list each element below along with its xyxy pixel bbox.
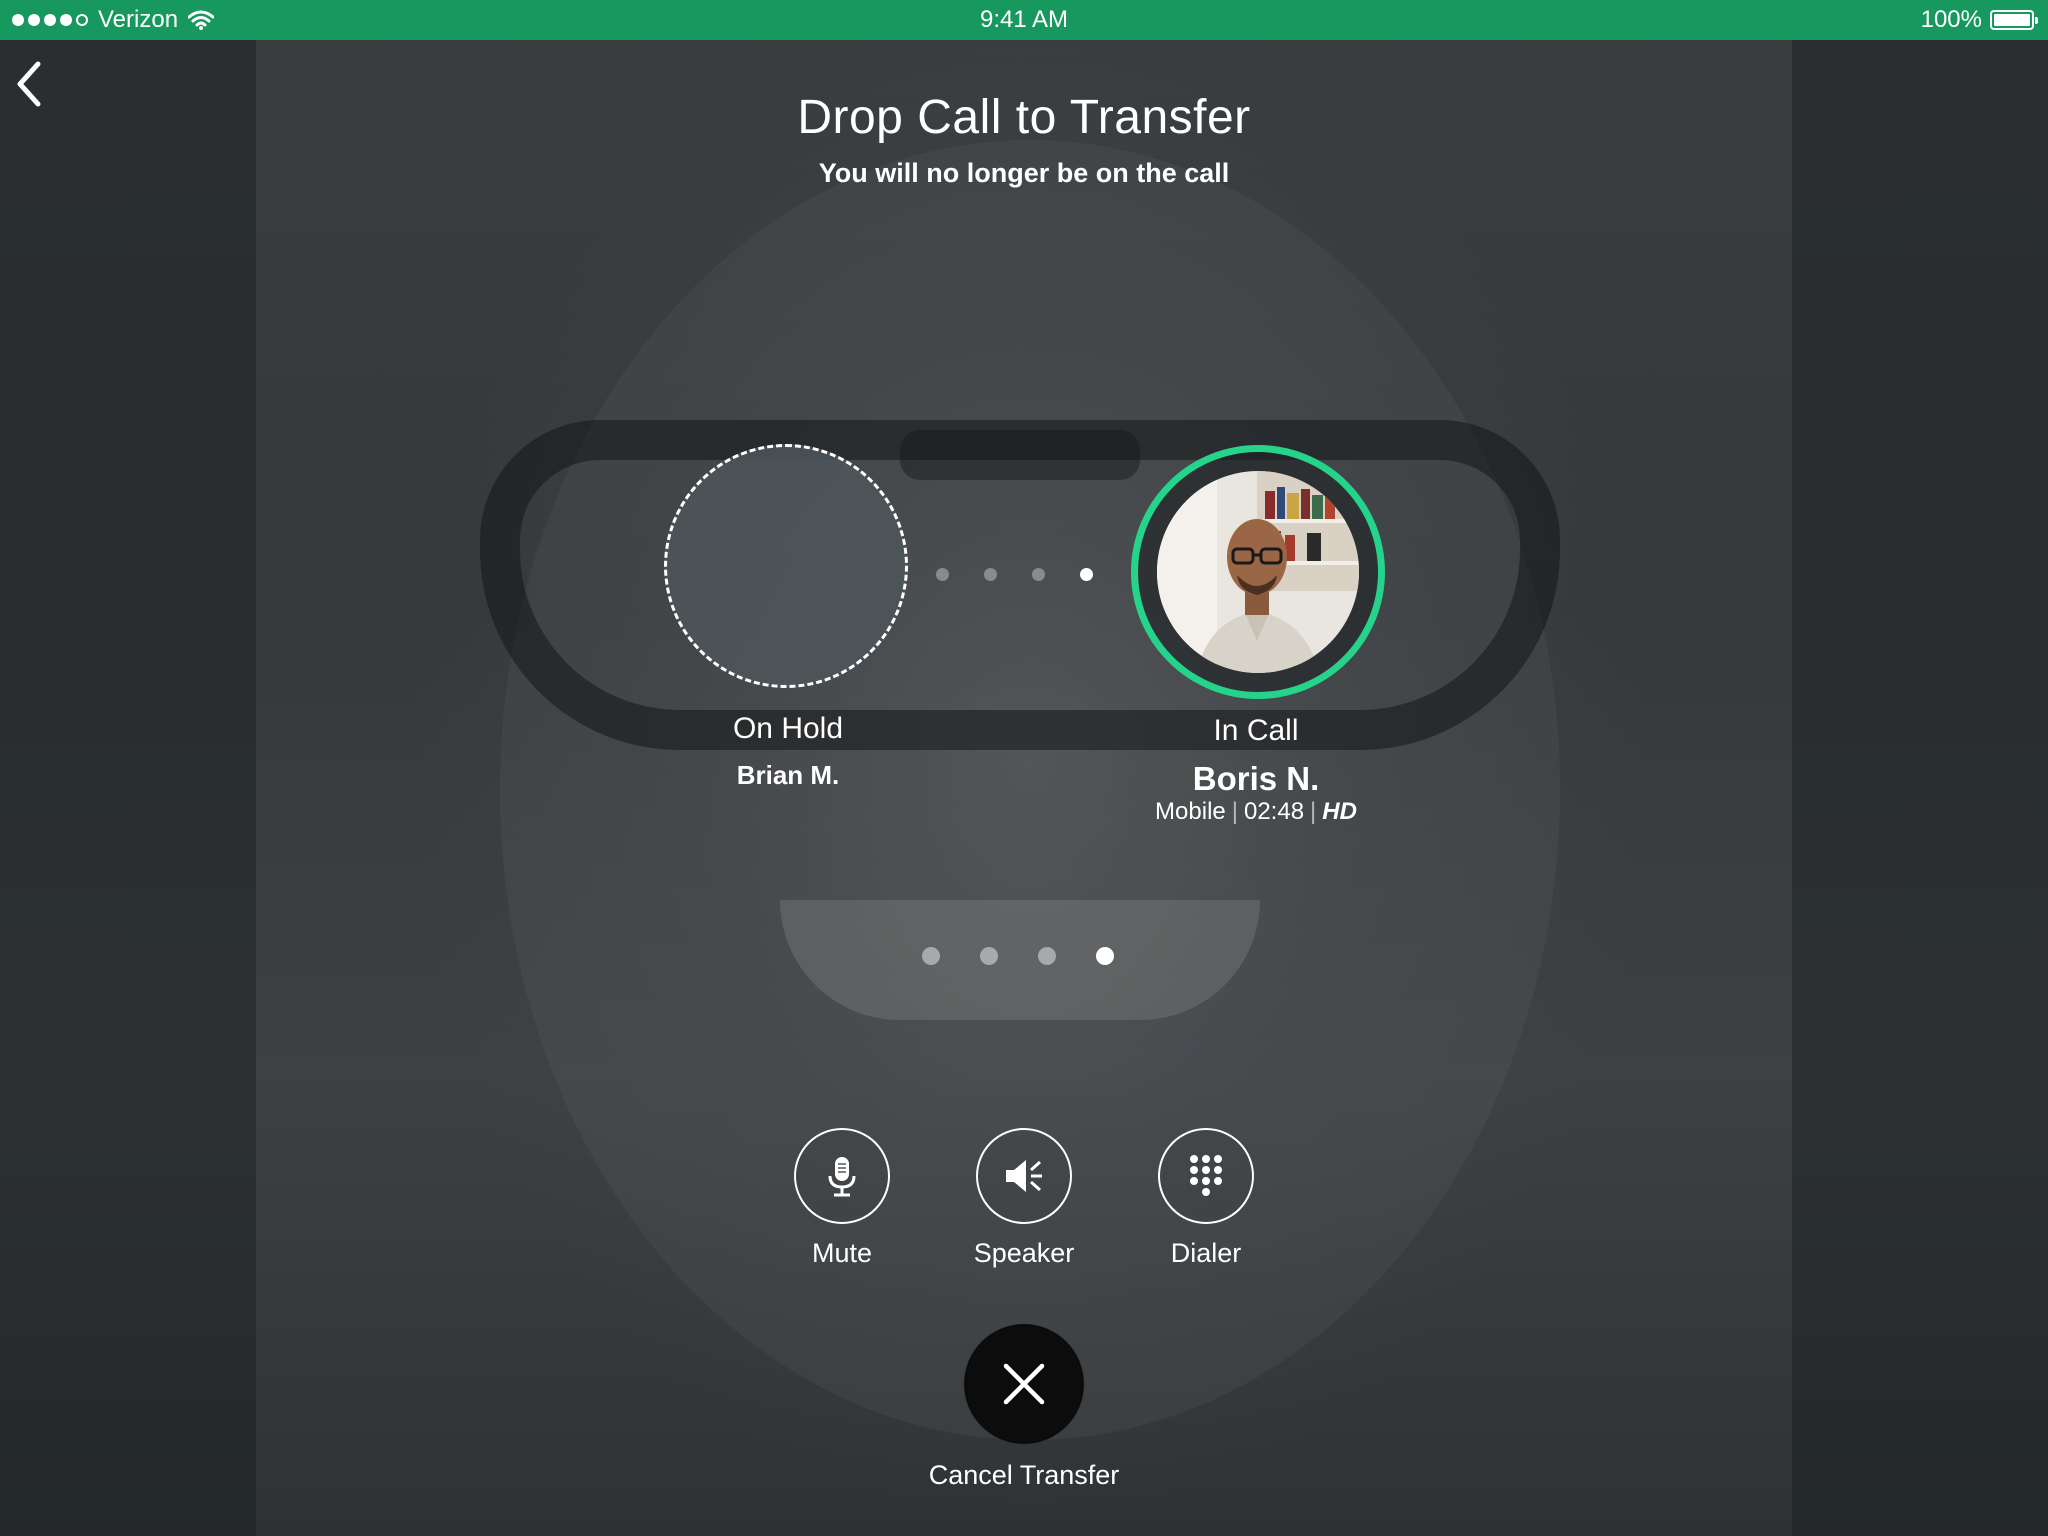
speaker-icon — [1006, 1160, 1042, 1192]
phone-type: Mobile — [1155, 798, 1226, 825]
microphone-icon — [828, 1157, 856, 1197]
status-time: 9:41 AM — [979, 6, 1069, 33]
cancel-transfer-label: Cancel Transfer — [928, 1460, 1120, 1490]
page-indicator — [922, 947, 1114, 965]
hd-badge: HD — [1322, 798, 1357, 825]
page-dot[interactable] — [1038, 947, 1056, 965]
page-dot-active[interactable] — [1096, 947, 1114, 965]
call-transfer-screen: Verizon 9:41 AM 100% Drop Call to Transf… — [0, 0, 2048, 1536]
page-dot[interactable] — [922, 947, 940, 965]
direction-dot — [936, 568, 949, 581]
in-call-label: In Call — [1213, 714, 1299, 747]
on-hold-label: On Hold — [732, 712, 844, 745]
close-icon — [1003, 1363, 1045, 1405]
mute-label: Mute — [811, 1238, 873, 1268]
caller-photo — [1157, 471, 1359, 673]
transfer-direction-indicator — [936, 568, 1093, 581]
on-hold-drop-target[interactable] — [664, 444, 908, 688]
speaker-label: Speaker — [973, 1238, 1075, 1268]
caller-avatar[interactable] — [1157, 471, 1359, 673]
direction-dot — [1032, 568, 1045, 581]
direction-dot — [984, 568, 997, 581]
keypad-icon — [1190, 1155, 1222, 1196]
call-duration: 02:48 — [1243, 798, 1305, 825]
battery-percent: 100% — [1920, 6, 1982, 33]
on-hold-caller-name: Brian M. — [736, 760, 840, 790]
dialer-button[interactable] — [1158, 1128, 1254, 1224]
cancel-transfer-control: Cancel Transfer — [864, 1324, 1184, 1491]
speaker-button[interactable] — [976, 1128, 1072, 1224]
cancel-transfer-button[interactable] — [964, 1324, 1084, 1444]
battery-icon — [1990, 10, 2038, 30]
in-call-caller-name: Boris N. — [1192, 760, 1320, 797]
mute-control: Mute — [752, 1128, 932, 1269]
status-bar: Verizon 9:41 AM 100% — [0, 0, 2048, 40]
direction-dot — [1080, 568, 1093, 581]
mute-button[interactable] — [794, 1128, 890, 1224]
background-glasses-bridge — [900, 430, 1140, 480]
right-side-panel — [1792, 40, 2048, 1536]
call-details: Mobile | 02:48 | HD — [1155, 798, 1357, 825]
page-dot[interactable] — [980, 947, 998, 965]
page-subtitle: You will no longer be on the call — [818, 158, 1230, 188]
dialer-label: Dialer — [1170, 1238, 1242, 1268]
page-title: Drop Call to Transfer — [797, 91, 1251, 144]
dialer-control: Dialer — [1116, 1128, 1296, 1269]
speaker-control: Speaker — [934, 1128, 1114, 1269]
left-side-panel — [0, 40, 256, 1536]
status-right: 100% — [1920, 6, 2038, 34]
